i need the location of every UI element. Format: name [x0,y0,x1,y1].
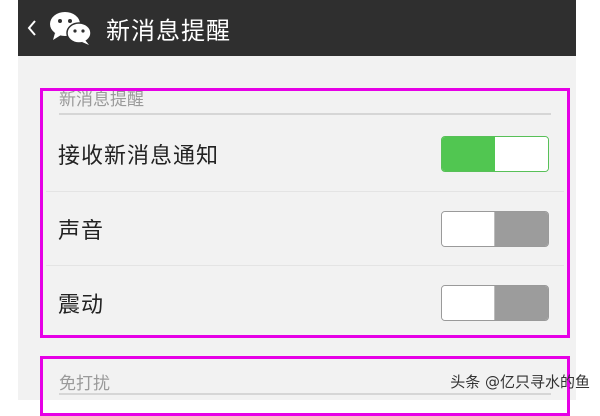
settings-content: 新消息提醒 接收新消息通知 声音 震动 免打扰 [18,56,576,416]
vibration-toggle[interactable] [441,284,549,321]
page-title: 新消息提醒 [106,16,231,45]
receive-notifications-toggle[interactable] [441,136,549,172]
setting-label-sound: 声音 [58,218,105,244]
page-margin-left [0,0,18,400]
title-bar: 新消息提醒 [18,0,576,56]
back-button[interactable] [18,0,46,56]
toggle-knob [442,211,495,246]
toggle-knob [495,137,548,171]
section-divider [59,393,551,395]
page-margin-right [576,0,600,400]
new-message-settings-group: 新消息提醒 接收新消息通知 声音 震动 [40,88,570,338]
setting-row-receive-notifications[interactable]: 接收新消息通知 [46,117,564,191]
section-header-do-not-disturb: 免打扰 [59,374,110,394]
wechat-logo-icon [48,8,96,48]
setting-label-receive-notifications: 接收新消息通知 [58,144,220,169]
toggle-knob [442,285,495,320]
setting-row-sound[interactable]: 声音 [46,191,564,265]
setting-label-vibration: 震动 [58,292,105,318]
toggle-off-fill [495,285,548,320]
toggle-off-fill [495,211,548,246]
section-header-new-message: 新消息提醒 [59,90,144,110]
section-divider [59,113,551,115]
sound-toggle[interactable] [441,210,549,247]
toggle-on-fill [442,137,495,171]
watermark-text: 头条 @亿只寻水的鱼 [450,373,590,391]
setting-row-vibration[interactable]: 震动 [46,265,564,339]
chevron-left-icon [27,20,36,36]
